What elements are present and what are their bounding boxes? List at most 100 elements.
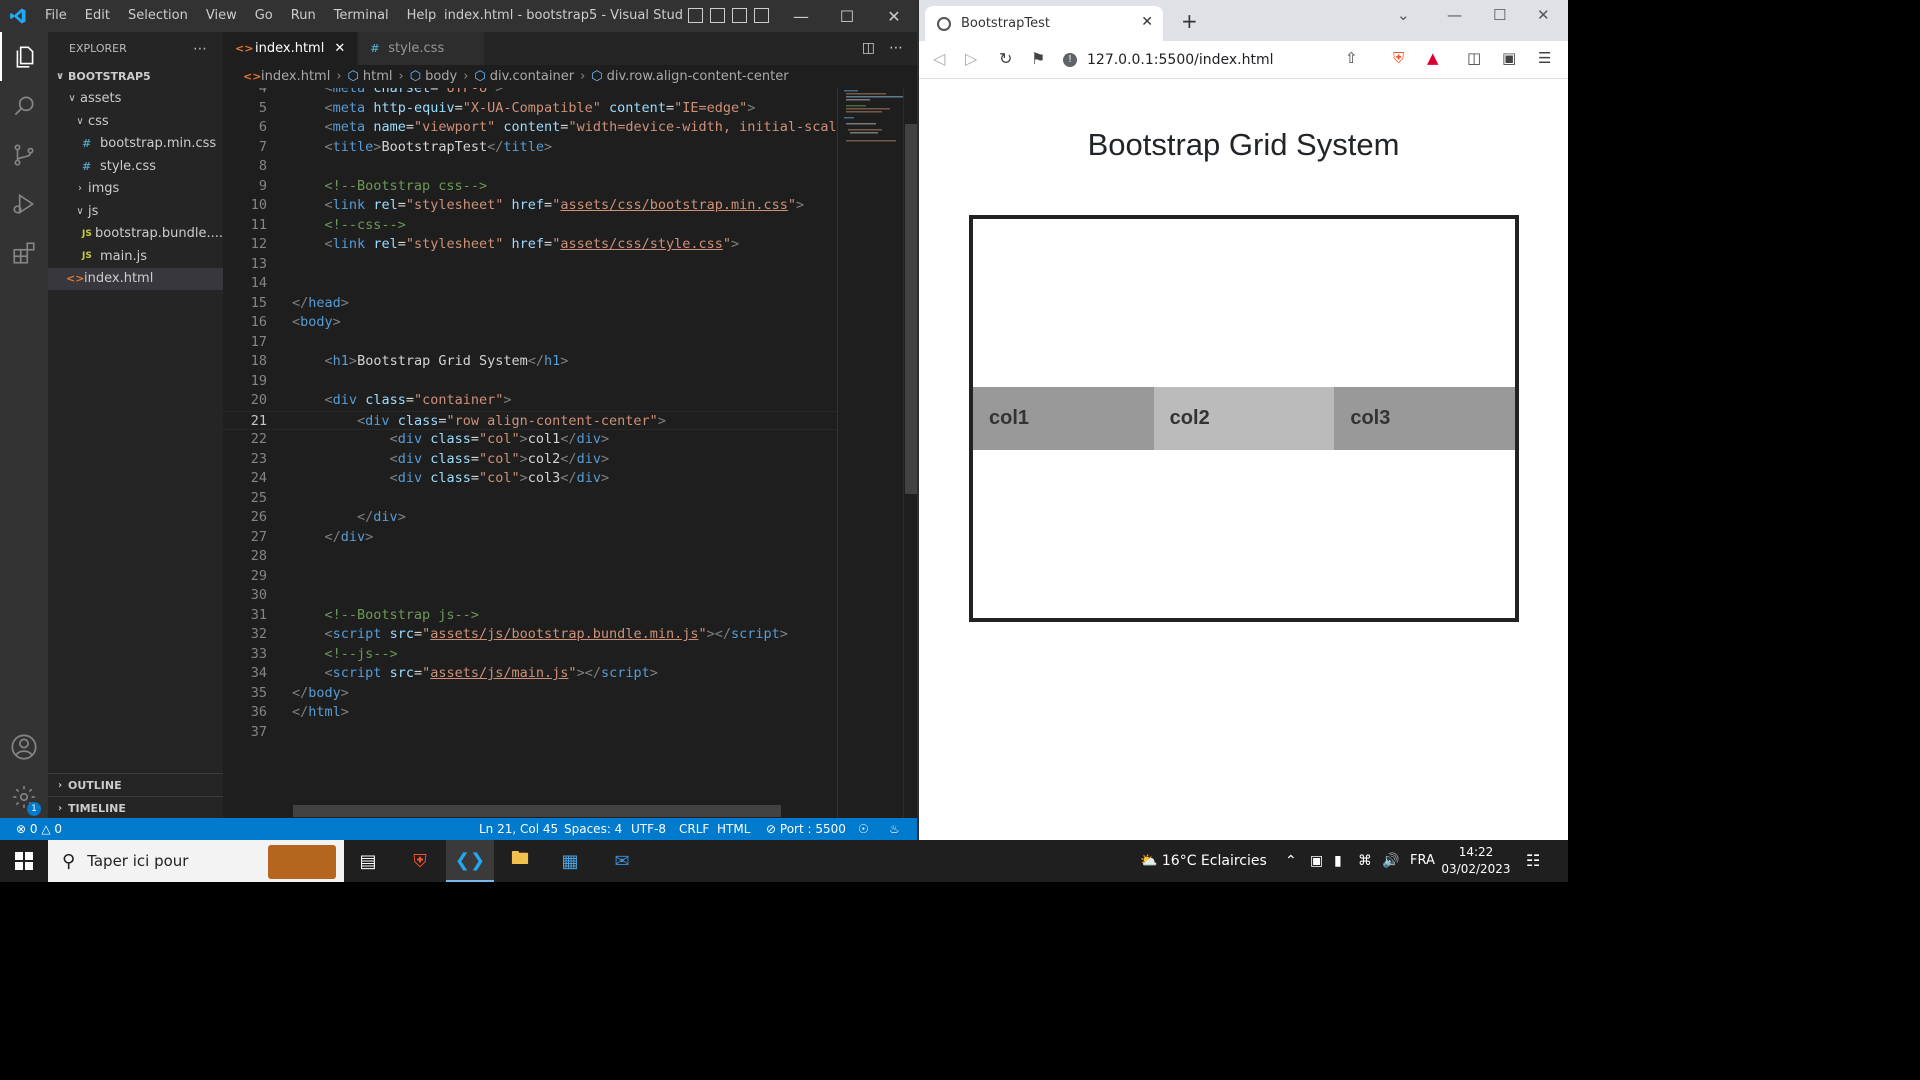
reload-icon[interactable]: ↻ xyxy=(999,49,1012,68)
tree-folder-css[interactable]: ∨ css xyxy=(48,110,223,133)
start-button[interactable] xyxy=(0,840,48,882)
scrollbar-thumb[interactable] xyxy=(905,124,917,494)
tree-file-index-html[interactable]: <> index.html xyxy=(48,267,223,290)
breadcrumb-item[interactable]: index.html xyxy=(261,69,330,84)
tree-root[interactable]: ∨ BOOTSTRAP5 xyxy=(48,65,223,88)
horizontal-scrollbar[interactable] xyxy=(293,805,781,817)
accounts-icon[interactable] xyxy=(0,722,48,771)
indentation-status[interactable]: Spaces: 4 xyxy=(564,818,622,840)
brave-shields-icon[interactable]: ⛨ xyxy=(1393,49,1404,67)
brave-rewards-icon[interactable]: ▲ xyxy=(1427,49,1439,67)
cursor-position[interactable]: Ln 21, Col 45 xyxy=(479,818,558,840)
source-control-icon[interactable] xyxy=(0,130,48,179)
split-editor-icon[interactable]: ◫ xyxy=(862,40,875,56)
meet-now-icon[interactable]: ▣ xyxy=(1310,840,1323,882)
wifi-icon[interactable]: ⌘ xyxy=(1358,840,1372,882)
share-icon[interactable]: ⇧ xyxy=(1345,49,1358,67)
run-debug-icon[interactable] xyxy=(0,179,48,228)
minimap[interactable] xyxy=(837,88,906,818)
more-actions-icon[interactable]: ⋯ xyxy=(889,40,903,56)
volume-icon[interactable]: 🔊 xyxy=(1382,840,1399,882)
breadcrumb-item[interactable]: div.container xyxy=(490,69,574,84)
more-actions-icon[interactable]: ⋯ xyxy=(193,41,207,57)
battery-icon[interactable]: ▮ xyxy=(1334,840,1342,882)
tab-style-css[interactable]: # style.css xyxy=(358,32,486,65)
close-tab-icon[interactable]: ✕ xyxy=(334,41,345,56)
language-status[interactable]: HTML xyxy=(717,818,750,840)
eol-status[interactable]: CRLF xyxy=(679,818,709,840)
breadcrumb-item[interactable]: div.row.align-content-center xyxy=(607,69,789,84)
maximize-button[interactable]: ☐ xyxy=(824,0,870,32)
tree-file-bootstrap-css[interactable]: # bootstrap.min.css xyxy=(48,133,223,156)
microsoft-store-icon[interactable]: ▦ xyxy=(546,840,594,882)
tree-file-style-css[interactable]: # style.css xyxy=(48,155,223,178)
toggle-secondary-sidebar-icon[interactable] xyxy=(732,8,747,23)
taskbar-search[interactable]: ⚲ Taper ici pour xyxy=(48,840,344,882)
sidebar-toggle-icon[interactable]: ◫ xyxy=(1467,49,1481,67)
css-file-icon: # xyxy=(370,42,380,55)
vscode-taskbar-icon[interactable]: ❮❯ xyxy=(446,840,494,882)
input-language[interactable]: FRA xyxy=(1410,840,1435,882)
problems-status[interactable]: ⊗ 0 △ 0 xyxy=(16,818,62,840)
browser-close-button[interactable]: ✕ xyxy=(1537,6,1550,24)
tab-index-html[interactable]: <> index.html ✕ xyxy=(223,32,359,65)
task-view-icon[interactable]: ▤ xyxy=(344,840,392,882)
browser-tab[interactable]: BootstrapTest ✕ xyxy=(925,6,1163,41)
menu-run[interactable]: Run xyxy=(282,0,325,32)
extensions-icon[interactable] xyxy=(0,228,48,277)
menu-help[interactable]: Help xyxy=(398,0,446,32)
feedback-icon[interactable]: ☉ xyxy=(858,818,869,840)
bookmark-icon[interactable]: ⚑ xyxy=(1031,49,1045,68)
tree-folder-js[interactable]: ∨ js xyxy=(48,200,223,223)
manage-gear-icon[interactable]: 1 xyxy=(0,772,48,821)
tree-file-main-js[interactable]: JS main.js xyxy=(48,245,223,268)
tab-search-chevron-icon[interactable]: ⌄ xyxy=(1397,6,1410,24)
customize-layout-icon[interactable] xyxy=(754,8,769,23)
file-explorer-icon[interactable]: 🖿 xyxy=(496,840,544,882)
menu-go[interactable]: Go xyxy=(246,0,282,32)
timeline-section[interactable]: › TIMELINE xyxy=(48,796,223,819)
code-line: 18 <h1>Bootstrap Grid System</h1> xyxy=(250,353,569,369)
notifications-bell-icon[interactable]: ♨ xyxy=(889,818,900,840)
menu-icon[interactable]: ☰ xyxy=(1538,49,1551,67)
menu-file[interactable]: File xyxy=(36,0,76,32)
live-server-status[interactable]: ⊘ Port : 5500 xyxy=(766,818,846,840)
new-tab-button[interactable]: + xyxy=(1181,9,1198,33)
action-center-icon[interactable]: ☷ xyxy=(1526,840,1540,882)
cube-icon: ⬡ xyxy=(474,69,486,84)
close-tab-icon[interactable]: ✕ xyxy=(1141,14,1153,30)
browser-maximize-button[interactable]: ☐ xyxy=(1493,6,1506,24)
tree-file-bootstrap-js[interactable]: JS bootstrap.bundle.... xyxy=(48,223,223,246)
close-button[interactable]: ✕ xyxy=(871,0,917,32)
code-editor[interactable]: 4 <meta charset="UTF-8"> 5 <meta http-eq… xyxy=(223,88,837,818)
breadcrumb-item[interactable]: html xyxy=(363,69,393,84)
menu-view[interactable]: View xyxy=(197,0,246,32)
vertical-scrollbar[interactable] xyxy=(903,88,917,818)
explorer-icon[interactable] xyxy=(0,32,48,81)
tree-folder-imgs[interactable]: › imgs xyxy=(48,178,223,201)
encoding-status[interactable]: UTF-8 xyxy=(631,818,666,840)
back-icon[interactable]: ◁ xyxy=(933,49,945,68)
taskbar-clock[interactable]: 14:22 03/02/2023 xyxy=(1440,844,1512,878)
forward-icon[interactable]: ▷ xyxy=(965,49,977,68)
tree-item-label: js xyxy=(88,203,99,219)
menu-edit[interactable]: Edit xyxy=(76,0,119,32)
brave-browser-icon[interactable]: ⛨ xyxy=(396,840,444,882)
weather-widget[interactable]: ⛅ 16°C Eclaircies xyxy=(1140,840,1267,882)
mail-icon[interactable]: ✉ xyxy=(598,840,646,882)
outline-section[interactable]: › OUTLINE xyxy=(48,773,223,796)
breadcrumb-item[interactable]: body xyxy=(425,69,457,84)
css-file-icon: # xyxy=(82,137,92,151)
menu-selection[interactable]: Selection xyxy=(119,0,197,32)
toggle-panel-icon[interactable] xyxy=(710,8,725,23)
show-hidden-icons-chevron-icon[interactable]: ⌃ xyxy=(1285,840,1297,882)
minimize-button[interactable]: — xyxy=(778,0,824,32)
address-bar[interactable]: ! 127.0.0.1:5500/index.html xyxy=(1063,46,1373,74)
info-icon[interactable]: ! xyxy=(1063,53,1077,67)
wallet-icon[interactable]: ▣ xyxy=(1502,49,1516,67)
search-icon[interactable] xyxy=(0,81,48,130)
tree-folder-assets[interactable]: ∨ assets xyxy=(48,88,223,111)
menu-terminal[interactable]: Terminal xyxy=(325,0,398,32)
toggle-sidebar-icon[interactable] xyxy=(688,8,703,23)
browser-minimize-button[interactable]: — xyxy=(1447,6,1462,24)
